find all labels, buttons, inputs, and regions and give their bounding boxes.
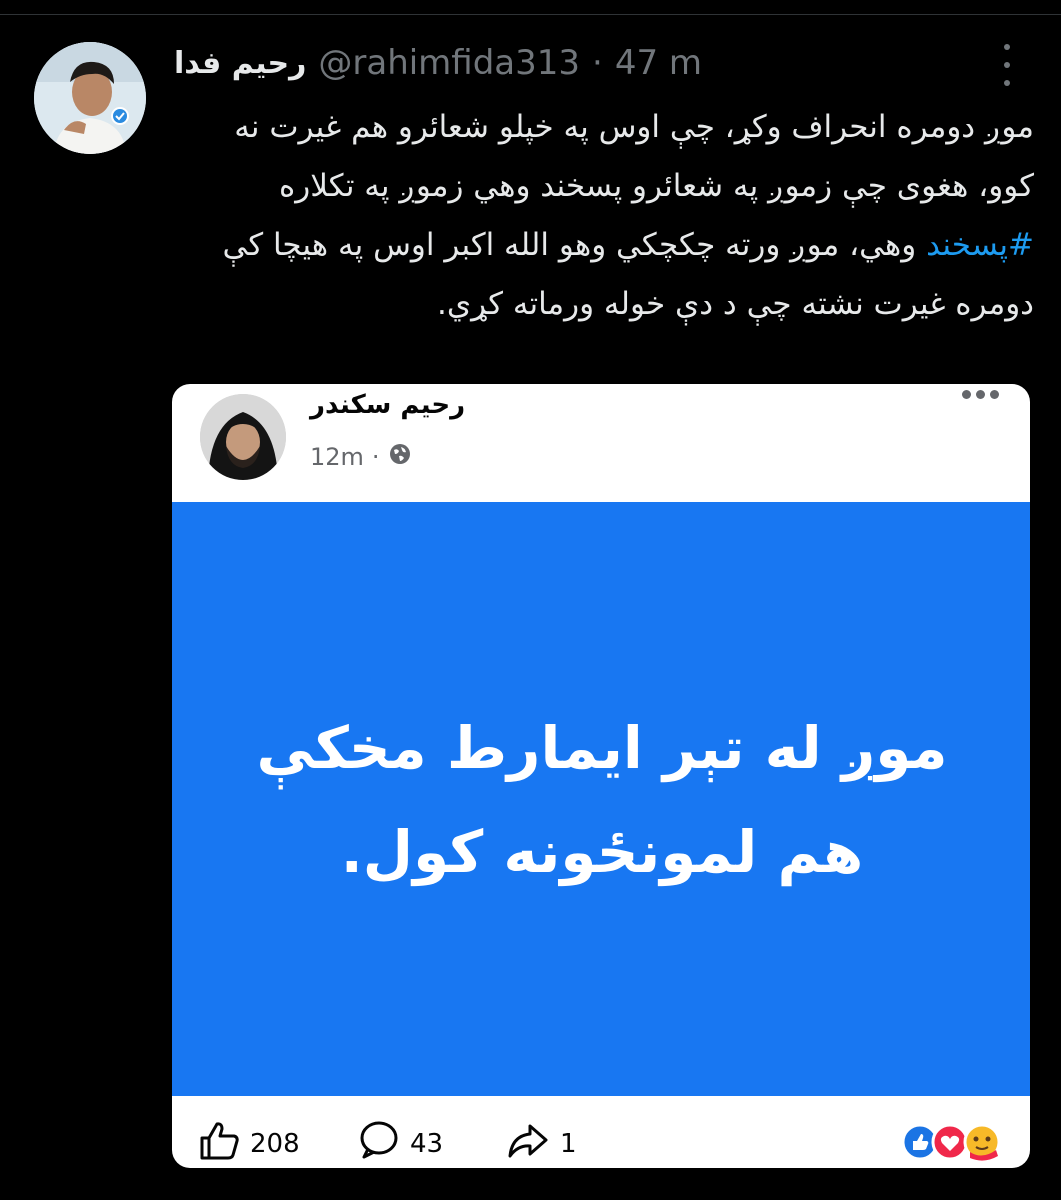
hashtag-link[interactable]: #پسخند [926,227,1034,263]
comment-icon [358,1120,400,1167]
tweet-timestamp[interactable]: 47 m [615,43,702,83]
like-count: 208 [250,1128,300,1159]
tweet-header: رحیم فدا @rahimfida313 · 47 m [174,38,702,88]
tweet-text-part-1: موږ دومره انحراف وکړ، چې اوس په خپلو شعا… [234,109,1034,204]
fb-post-body: موږ له تېر ایمارط مخکې هم لمونځونه کول. [256,714,948,886]
tweet-author-avatar[interactable] [34,42,146,154]
attached-image-card[interactable]: رحیم سکندر 12m · موږ له تېر ایمارط مخکې … [172,384,1030,1168]
comment-count: 43 [410,1128,444,1159]
fb-more-icon [962,390,999,399]
fb-post-meta: 12m · [310,442,412,472]
fb-author-name: رحیم سکندر [310,390,466,420]
tweet-text-part-2: وهي، موږ ورته چکچکي وهو الله اکبر اوس په… [222,227,1034,322]
display-name[interactable]: رحیم فدا [174,46,306,81]
share-icon [506,1120,550,1167]
reaction-icons [900,1122,1010,1162]
fb-like-group: 208 [198,1120,300,1167]
like-icon [198,1120,240,1167]
fb-comment-group: 43 [358,1120,443,1167]
tweet-text: موږ دومره انحراف وکړ، چې اوس په خپلو شعا… [174,98,1034,334]
fb-post-time: 12m [310,443,364,471]
fb-author-avatar [200,394,286,480]
fb-share-group: 1 [506,1120,577,1167]
share-count: 1 [560,1128,577,1159]
fb-action-bar: 208 43 1 [172,1114,1030,1168]
more-options-icon[interactable] [996,44,1018,86]
separator-dot: · [592,43,603,83]
fb-separator-dot: · [371,443,380,471]
globe-icon [388,442,412,472]
top-divider [0,14,1061,15]
user-handle[interactable]: @rahimfida313 [318,43,580,83]
